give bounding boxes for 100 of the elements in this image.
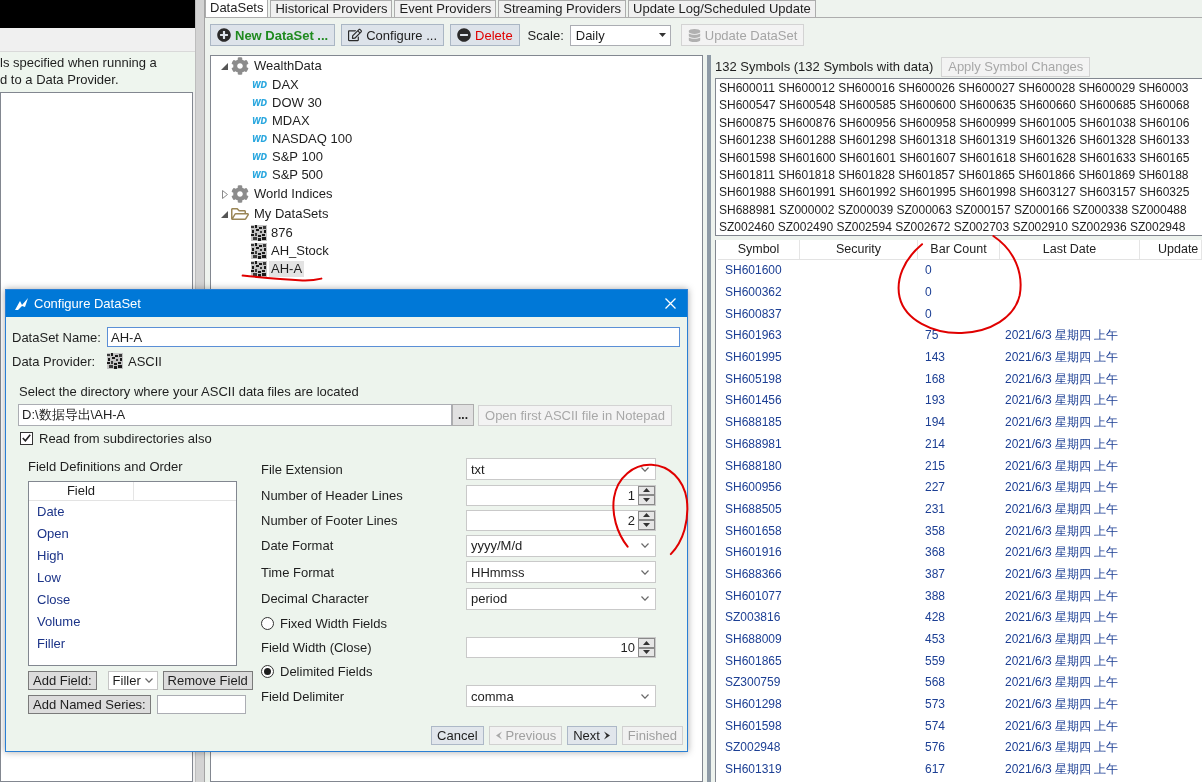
setting-label: Date Format bbox=[261, 538, 335, 554]
table-cell: SH601995 bbox=[725, 350, 782, 366]
tree-item[interactable]: DAX bbox=[270, 77, 301, 93]
series-name-field[interactable] bbox=[156, 695, 246, 714]
tree-item[interactable]: 876 bbox=[269, 225, 295, 241]
tree-item[interactable]: DOW 30 bbox=[270, 95, 324, 111]
dropdown-field[interactable]: HHmmss bbox=[466, 561, 656, 584]
list-item[interactable]: Open bbox=[29, 523, 236, 545]
table-cell: SH688185 bbox=[725, 415, 782, 431]
browse-button[interactable]: ... bbox=[452, 404, 474, 426]
table-cell: 2021/6/3 星期四 上午 bbox=[1005, 566, 1119, 582]
table-cell: 368 bbox=[925, 545, 946, 561]
list-item[interactable]: Filler bbox=[29, 633, 236, 655]
list-item[interactable]: Low bbox=[29, 567, 236, 589]
tab[interactable]: Streaming Providers bbox=[498, 0, 626, 17]
table-cell: 227 bbox=[925, 480, 946, 496]
provider-name: ASCII bbox=[128, 353, 162, 369]
table-cell: 2021/6/3 星期四 上午 bbox=[1005, 350, 1119, 366]
field-type-dropdown[interactable]: Filler bbox=[107, 671, 158, 690]
table-cell: SH688009 bbox=[725, 632, 782, 648]
folder-icon bbox=[231, 205, 249, 223]
tab[interactable]: Historical Providers bbox=[270, 0, 393, 17]
tab[interactable]: Update Log/Scheduled Update bbox=[628, 0, 816, 17]
radio-icon[interactable] bbox=[261, 617, 274, 630]
tree-item[interactable]: MDAX bbox=[270, 113, 312, 129]
tab[interactable]: DataSets bbox=[205, 0, 269, 17]
table-cell: 143 bbox=[925, 350, 946, 366]
setting-label: Time Format bbox=[261, 564, 336, 580]
list-item[interactable]: High bbox=[29, 545, 236, 567]
number-field[interactable]: 10 bbox=[466, 637, 656, 658]
tree-item[interactable]: AH_Stock bbox=[269, 243, 331, 259]
table-cell: 2021/6/3 星期四 上午 bbox=[1005, 545, 1119, 561]
dropdown-field[interactable]: comma bbox=[466, 685, 656, 708]
radio-option[interactable]: Fixed Width Fields bbox=[261, 616, 656, 631]
table-cell: 215 bbox=[925, 458, 946, 474]
table-cell: SH601298 bbox=[725, 697, 782, 713]
column-header[interactable]: Field bbox=[29, 482, 134, 500]
configure-button[interactable]: Configure ... bbox=[341, 24, 445, 46]
dialog-button[interactable]: Cancel bbox=[431, 726, 484, 745]
caret-right-icon[interactable] bbox=[222, 189, 228, 199]
column-header[interactable]: Update bbox=[1140, 240, 1202, 259]
setting-label: Number of Footer Lines bbox=[261, 512, 399, 528]
checkbox-option[interactable]: Read from subdirectories also bbox=[20, 430, 212, 446]
tree-item[interactable]: WealthData bbox=[252, 58, 324, 74]
provider-logo: WD bbox=[251, 80, 268, 90]
add-field-button[interactable]: Add Field: bbox=[28, 671, 97, 690]
spin-down-button[interactable] bbox=[638, 520, 655, 530]
spin-down-button[interactable] bbox=[638, 647, 655, 657]
tree-item[interactable]: S&P 500 bbox=[270, 167, 326, 183]
column-header[interactable]: Symbol bbox=[718, 240, 800, 259]
tab[interactable]: Event Providers bbox=[394, 0, 497, 17]
caret-down-icon bbox=[144, 678, 153, 683]
caret-down-icon[interactable] bbox=[221, 210, 228, 218]
spin-up-button[interactable] bbox=[638, 485, 655, 495]
tree-item[interactable]: NASDAQ 100 bbox=[270, 131, 355, 147]
spin-down-button[interactable] bbox=[638, 495, 655, 505]
dropdown-field[interactable]: period bbox=[466, 587, 656, 610]
dropdown-field[interactable]: yyyy/M/d bbox=[466, 534, 656, 557]
column-header[interactable]: Last Date bbox=[1000, 240, 1140, 259]
caret-up-icon bbox=[643, 513, 650, 518]
tree-item[interactable]: World Indices bbox=[252, 186, 335, 202]
list-item[interactable]: Volume bbox=[29, 611, 236, 633]
tree-item[interactable]: AH-A bbox=[269, 261, 305, 277]
table-cell: 428 bbox=[925, 610, 946, 626]
list-item[interactable]: Close bbox=[29, 589, 236, 611]
remove-field-button[interactable]: Remove Field bbox=[162, 671, 253, 690]
symbol-count-text: 132 Symbols (132 Symbols with data) bbox=[715, 59, 934, 74]
dataset-name-field[interactable]: AH-A bbox=[107, 327, 680, 347]
directory-field[interactable]: D:\数据导出\AH-A bbox=[18, 404, 452, 426]
table-cell: 0 bbox=[925, 263, 932, 279]
radio-icon[interactable] bbox=[261, 665, 274, 678]
dropdown-field[interactable]: txt bbox=[466, 458, 656, 481]
symbols-text-area[interactable]: SH600011 SH600012 SH600016 SH600026 SH600027 SH600028 SH600029 SH60003 SH600547 SH600548 SH600585 SH600600 SH600635 SH600660 SH600685 SH60068 SH600875 SH600876 SH600956 SH600958 SH600999 SH601005 SH601038 SH60106 SH601238 SH601288 SH601298 SH601318 SH601319 SH601326 SH601328 SH60133 SH601598 SH601600 SH601601 SH601607 SH601618 SH601628 SH601633 SH60165 SH601811 SH601818 SH601828 SH601857 SH601865 SH601866 SH601869 SH60188 SH601988 SH601991 SH601992 SH601995 SH601998 SH603127 SH603157 SH60325 SH688981 SZ000002 SZ000039 SZ000063 SZ000157 SZ000166 SZ000338 SZ000488 SZ002460 SZ002490 SZ002594 SZ002672 SZ002703 SZ002910 SZ002936 SZ002948 bbox=[715, 78, 1202, 236]
spin-up-button[interactable] bbox=[638, 638, 655, 648]
scale-dropdown[interactable]: Daily bbox=[569, 24, 671, 46]
setting-label: Number of Header Lines bbox=[261, 487, 404, 503]
tree-item[interactable]: S&P 100 bbox=[270, 149, 326, 165]
number-field[interactable]: 2 bbox=[466, 509, 656, 531]
table-cell: SZ300759 bbox=[725, 675, 781, 691]
spin-up-button[interactable] bbox=[638, 510, 655, 520]
table-cell: 568 bbox=[925, 675, 946, 691]
table-cell: 75 bbox=[925, 328, 939, 344]
column-header[interactable]: Bar Count bbox=[918, 240, 1000, 259]
section-title: Field Definitions and Order bbox=[28, 458, 184, 476]
delete-button[interactable]: Delete bbox=[450, 24, 520, 46]
table-cell: 214 bbox=[925, 436, 946, 452]
list-item[interactable]: Date bbox=[29, 501, 236, 523]
caret-down-icon[interactable] bbox=[221, 62, 228, 70]
table-cell: SH601319 bbox=[725, 762, 782, 778]
table-cell: 2021/6/3 星期四 上午 bbox=[1005, 588, 1119, 604]
dialog-button[interactable]: Next bbox=[567, 726, 617, 745]
checkbox[interactable] bbox=[20, 431, 33, 445]
add-named-series-button[interactable]: Add Named Series: bbox=[28, 695, 151, 714]
table-cell: 358 bbox=[925, 523, 946, 539]
number-field[interactable]: 1 bbox=[466, 484, 656, 506]
tree-item[interactable]: My DataSets bbox=[252, 206, 331, 222]
table-cell: SH688981 bbox=[725, 436, 782, 452]
column-header[interactable]: Security bbox=[800, 240, 918, 259]
gear-icon bbox=[231, 185, 249, 203]
radio-option[interactable]: Delimited Fields bbox=[261, 664, 656, 679]
